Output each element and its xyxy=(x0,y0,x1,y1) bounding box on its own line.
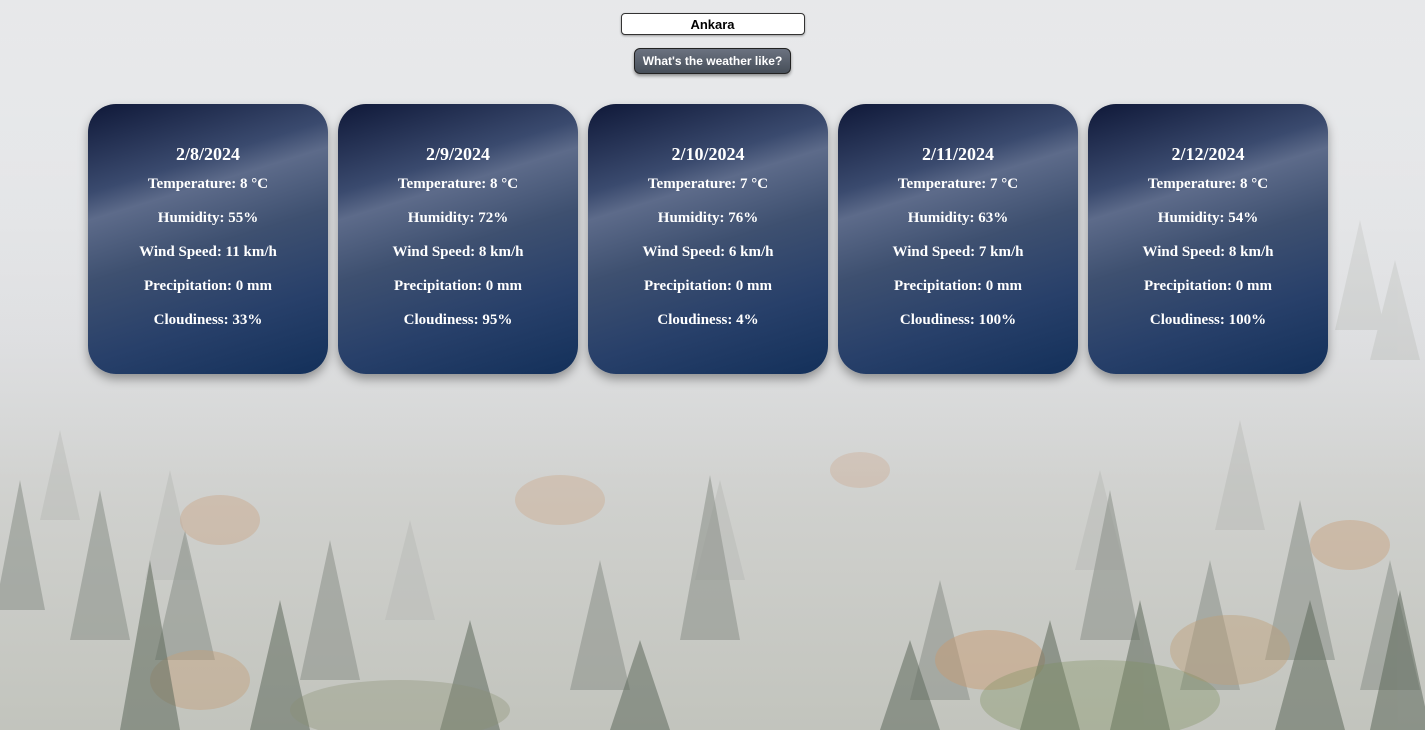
forecast-date: 2/11/2024 xyxy=(921,144,994,164)
forecast-humidity: Humidity: 55% xyxy=(157,210,259,226)
forecast-precipitation: Precipitation: 0 mm xyxy=(893,278,1023,294)
forecast-cloudiness: Cloudiness: 95% xyxy=(403,312,513,328)
city-input[interactable] xyxy=(620,13,805,35)
forecast-card: 2/8/2024 Temperature: 8 °C Humidity: 55%… xyxy=(88,104,328,374)
forecast-date: 2/10/2024 xyxy=(671,144,745,164)
search-area: What's the weather like? xyxy=(0,13,1425,74)
forecast-humidity: Humidity: 63% xyxy=(907,210,1009,226)
forecast-wind-speed: Wind Speed: 8 km/h xyxy=(392,244,524,260)
forecast-temperature: Temperature: 7 °C xyxy=(897,176,1019,192)
forecast-card: 2/11/2024 Temperature: 7 °C Humidity: 63… xyxy=(838,104,1078,374)
forecast-cloudiness: Cloudiness: 4% xyxy=(657,312,759,328)
forecast-humidity: Humidity: 76% xyxy=(657,210,759,226)
forecast-temperature: Temperature: 8 °C xyxy=(1147,176,1269,192)
forecast-temperature: Temperature: 7 °C xyxy=(647,176,769,192)
forecast-humidity: Humidity: 54% xyxy=(1157,210,1259,226)
forecast-date: 2/9/2024 xyxy=(425,144,490,164)
forecast-cloudiness: Cloudiness: 100% xyxy=(899,312,1017,328)
forecast-precipitation: Precipitation: 0 mm xyxy=(1143,278,1273,294)
forecast-card: 2/9/2024 Temperature: 8 °C Humidity: 72%… xyxy=(338,104,578,374)
forecast-wind-speed: Wind Speed: 7 km/h xyxy=(892,244,1024,260)
forecast-cloudiness: Cloudiness: 33% xyxy=(153,312,263,328)
forecast-card: 2/10/2024 Temperature: 7 °C Humidity: 76… xyxy=(588,104,828,374)
forecast-precipitation: Precipitation: 0 mm xyxy=(393,278,523,294)
forecast-wind-speed: Wind Speed: 6 km/h xyxy=(642,244,774,260)
forecast-card: 2/12/2024 Temperature: 8 °C Humidity: 54… xyxy=(1088,104,1328,374)
forecast-date: 2/12/2024 xyxy=(1171,144,1245,164)
forecast-precipitation: Precipitation: 0 mm xyxy=(143,278,273,294)
forecast-date: 2/8/2024 xyxy=(175,144,240,164)
get-weather-button[interactable]: What's the weather like? xyxy=(633,48,792,74)
forecast-temperature: Temperature: 8 °C xyxy=(147,176,269,192)
forecast-cloudiness: Cloudiness: 100% xyxy=(1149,312,1267,328)
forecast-cards: 2/8/2024 Temperature: 8 °C Humidity: 55%… xyxy=(88,104,1328,374)
forecast-wind-speed: Wind Speed: 11 km/h xyxy=(139,244,277,260)
forecast-temperature: Temperature: 8 °C xyxy=(397,176,519,192)
forecast-wind-speed: Wind Speed: 8 km/h xyxy=(1142,244,1274,260)
forecast-humidity: Humidity: 72% xyxy=(407,210,509,226)
forecast-precipitation: Precipitation: 0 mm xyxy=(643,278,773,294)
